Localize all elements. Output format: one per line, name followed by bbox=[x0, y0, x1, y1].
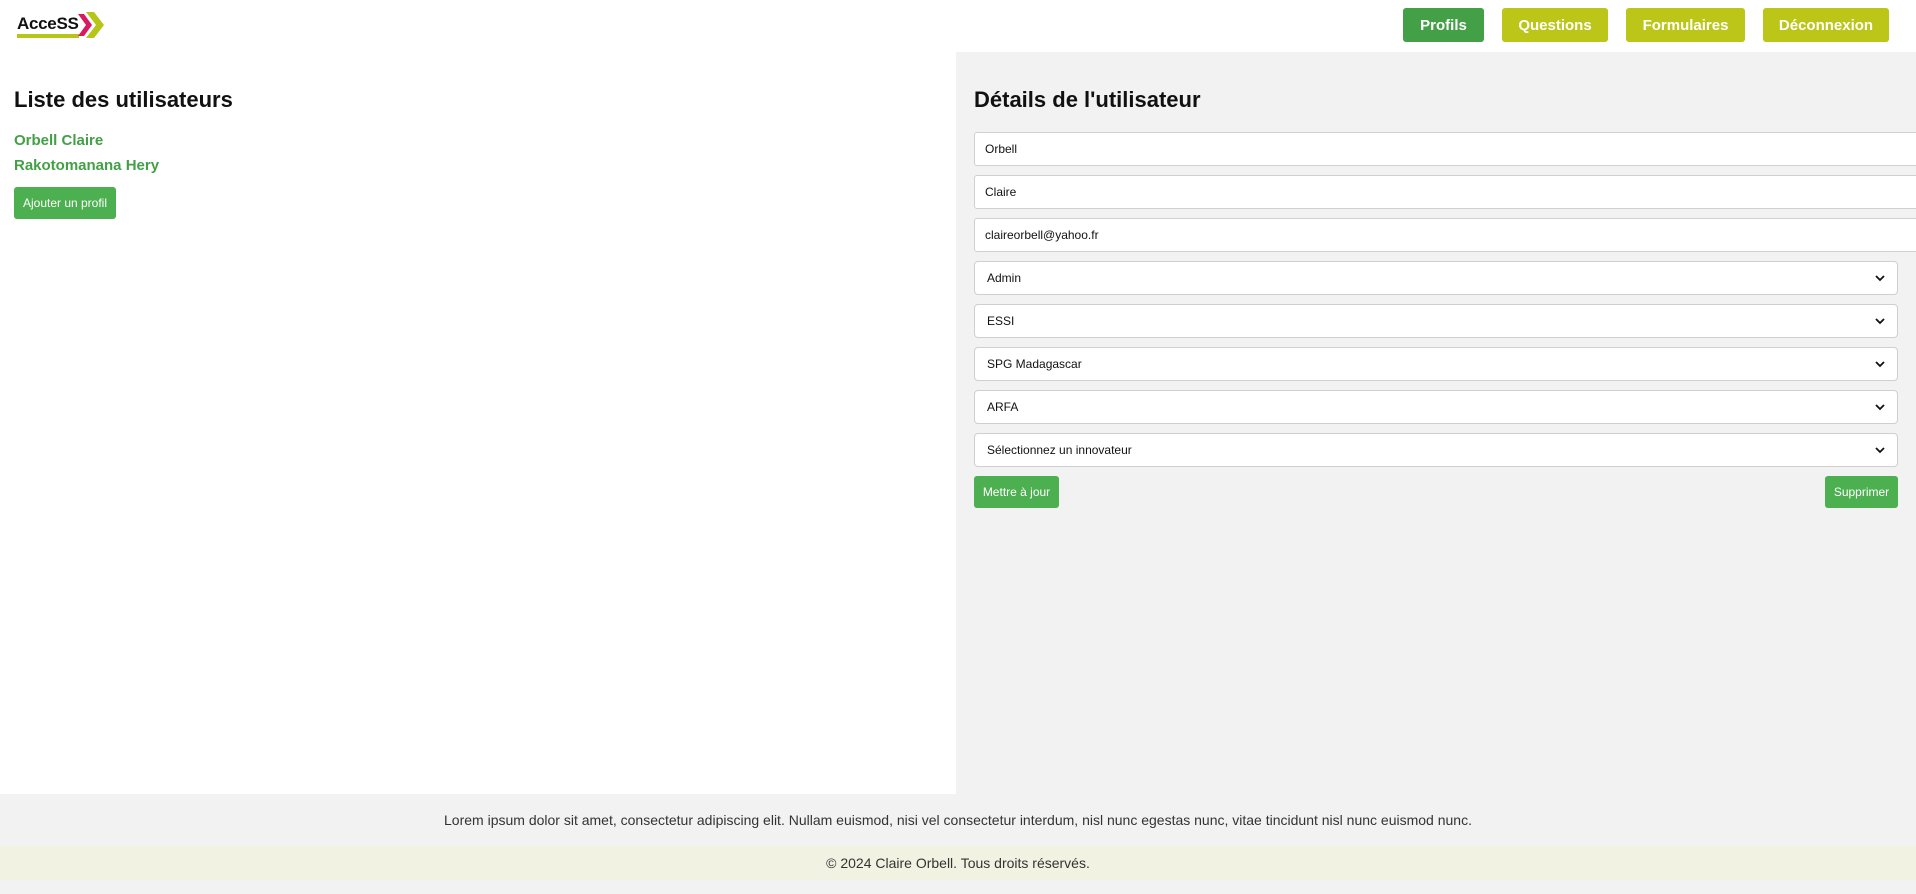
access-logo[interactable]: AcceSS bbox=[16, 9, 110, 41]
delete-button[interactable]: Supprimer bbox=[1825, 476, 1898, 508]
program-select-value: ARFA bbox=[987, 400, 1019, 414]
logo-text: AcceSS bbox=[17, 14, 79, 33]
user-details-title: Détails de l'utilisateur bbox=[974, 87, 1201, 112]
chevron-down-icon bbox=[1875, 447, 1885, 454]
organization-select[interactable]: SPG Madagascar bbox=[974, 347, 1898, 381]
school-select-value: ESSI bbox=[987, 314, 1015, 328]
user-list-title: Liste des utilisateurs bbox=[14, 87, 233, 112]
program-select[interactable]: ARFA bbox=[974, 390, 1898, 424]
chevron-down-icon bbox=[1875, 404, 1885, 411]
logo-underline bbox=[17, 34, 79, 38]
last-name-field[interactable]: Orbell bbox=[974, 132, 1916, 166]
header: AcceSS Profils Questions Formulaires Déc… bbox=[0, 0, 1916, 52]
innovator-select-placeholder: Sélectionnez un innovateur bbox=[987, 443, 1132, 457]
user-link-rakotomanana-hery[interactable]: Rakotomanana Hery bbox=[14, 157, 159, 174]
footer-copyright: © 2024 Claire Orbell. Tous droits réserv… bbox=[0, 846, 1916, 880]
user-list-panel: Liste des utilisateurs Orbell Claire Rak… bbox=[0, 52, 956, 794]
school-select[interactable]: ESSI bbox=[974, 304, 1898, 338]
user-details-panel: Détails de l'utilisateur Orbell Claire c… bbox=[956, 52, 1916, 794]
role-select[interactable]: Admin bbox=[974, 261, 1898, 295]
user-link-orbell-claire[interactable]: Orbell Claire bbox=[14, 132, 103, 149]
update-button[interactable]: Mettre à jour bbox=[974, 476, 1059, 508]
role-select-value: Admin bbox=[987, 271, 1022, 285]
footer-description: Lorem ipsum dolor sit amet, consectetur … bbox=[0, 794, 1916, 846]
nav-deconnexion-button[interactable]: Déconnexion bbox=[1763, 8, 1889, 42]
add-profile-button[interactable]: Ajouter un profil bbox=[14, 187, 116, 219]
chevron-down-icon bbox=[1875, 361, 1885, 368]
organization-select-value: SPG Madagascar bbox=[987, 357, 1082, 371]
bottom-strip bbox=[0, 880, 1916, 894]
email-field[interactable]: claireorbell@yahoo.fr bbox=[974, 218, 1916, 252]
chevron-down-icon bbox=[1875, 318, 1885, 325]
nav-questions-button[interactable]: Questions bbox=[1502, 8, 1608, 42]
innovator-select[interactable]: Sélectionnez un innovateur bbox=[974, 433, 1898, 467]
logo-chevron-icon bbox=[78, 12, 104, 38]
nav-formulaires-button[interactable]: Formulaires bbox=[1626, 8, 1745, 42]
nav-profils-button[interactable]: Profils bbox=[1403, 8, 1484, 42]
first-name-field[interactable]: Claire bbox=[974, 175, 1916, 209]
chevron-down-icon bbox=[1875, 275, 1885, 282]
